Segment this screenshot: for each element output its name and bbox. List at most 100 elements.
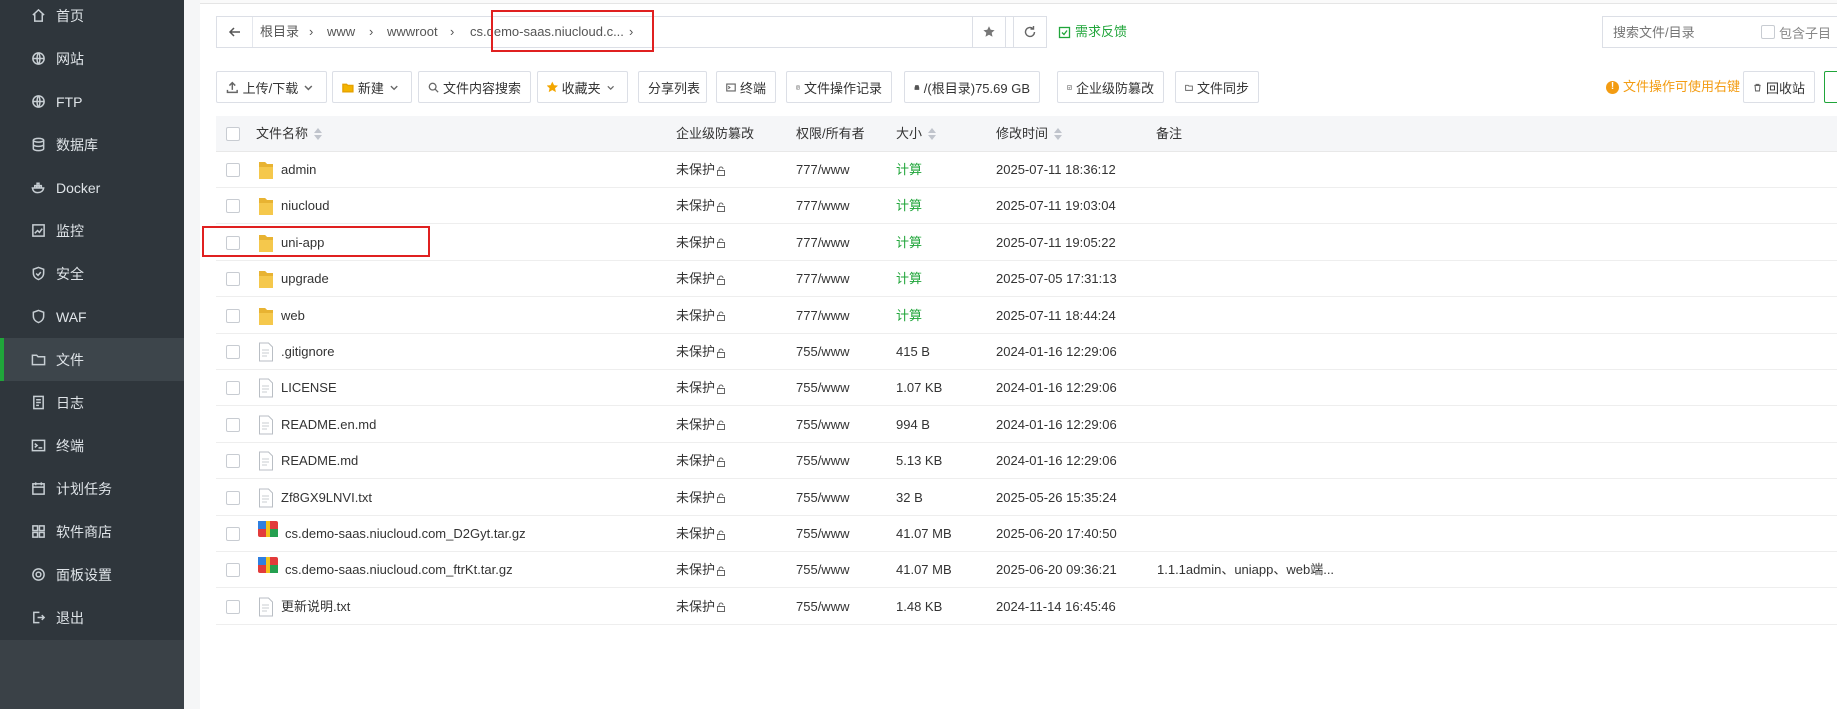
upload-download-button[interactable]: 上传/下载 [216, 71, 327, 103]
disk-usage-button[interactable]: /(根目录)75.69 GB [904, 71, 1040, 103]
row-checkbox[interactable] [226, 308, 240, 323]
table-row[interactable]: .gitignore 未保护 755/www 415 B 2024-01-16 12:2… [216, 334, 1837, 370]
protect-status[interactable]: 未保护 [676, 552, 726, 588]
row-checkbox[interactable] [226, 381, 240, 396]
breadcrumb-wwwroot[interactable]: wwwroot [387, 17, 438, 47]
row-checkbox[interactable] [226, 235, 240, 250]
include-subdir-checkbox[interactable] [1761, 25, 1775, 39]
permission-owner[interactable]: 755/www [796, 407, 849, 443]
sidebar-item-home[interactable]: 首页 [0, 0, 184, 37]
favorites-button[interactable]: 收藏夹 [537, 71, 628, 103]
sidebar-item-cron[interactable]: 计划任务 [0, 467, 184, 510]
calculate-size-link[interactable]: 计算 [896, 298, 922, 334]
feedback-link[interactable]: 需求反馈 [1058, 16, 1127, 48]
file-name[interactable]: uni-app [281, 225, 324, 261]
favorite-path-button[interactable] [972, 16, 1006, 48]
permission-owner[interactable]: 777/www [796, 261, 849, 297]
row-checkbox[interactable] [226, 417, 240, 432]
sidebar-item-monitor[interactable]: 监控 [0, 209, 184, 252]
file-name[interactable]: cs.demo-saas.niucloud.com_ftrKt.tar.gz [285, 552, 513, 588]
file-name[interactable]: LICENSE [281, 370, 337, 406]
tamper-protection-button[interactable]: 企业级防篡改 [1057, 71, 1164, 103]
protect-status[interactable]: 未保护 [676, 480, 726, 516]
view-toggle-button[interactable] [1824, 71, 1837, 103]
protect-status[interactable]: 未保护 [676, 443, 726, 479]
breadcrumb-root[interactable]: 根目录 [260, 17, 299, 47]
row-checkbox[interactable] [226, 527, 240, 541]
table-row[interactable]: niucloud 未保护 777/www 计算 2025-07-11 19:03:04 [216, 188, 1837, 225]
permission-owner[interactable]: 755/www [796, 334, 849, 370]
permission-owner[interactable]: 755/www [796, 589, 849, 625]
file-name-cell[interactable]: README.md [258, 443, 358, 479]
permission-owner[interactable]: 755/www [796, 480, 849, 516]
back-button[interactable] [217, 17, 253, 47]
sidebar-item-security[interactable]: 安全 [0, 252, 184, 295]
permission-owner[interactable]: 755/www [796, 443, 849, 479]
table-row[interactable]: cs.demo-saas.niucloud.com_D2Gyt.tar.gz 未保… [216, 516, 1837, 552]
protect-status[interactable]: 未保护 [676, 298, 726, 334]
table-row[interactable]: upgrade 未保护 777/www 计算 2025-07-05 17:31:13 [216, 261, 1837, 298]
calculate-size-link[interactable]: 计算 [896, 188, 922, 224]
file-name-cell[interactable]: cs.demo-saas.niucloud.com_D2Gyt.tar.gz [258, 516, 526, 552]
file-note[interactable]: 1.1.1admin、uniapp、web端... [1157, 552, 1334, 588]
file-name[interactable]: upgrade [281, 261, 329, 297]
sidebar-item-terminal[interactable]: 终端 [0, 424, 184, 467]
sidebar-item-ftp[interactable]: FTP [0, 80, 184, 123]
file-name-cell[interactable]: Zf8GX9LNVI.txt [258, 480, 372, 516]
file-operation-log-button[interactable]: 文件操作记录 [786, 71, 892, 103]
protect-status[interactable]: 未保护 [676, 589, 726, 625]
table-row[interactable]: README.en.md 未保护 755/www 994 B 2024-01-16 12… [216, 407, 1837, 443]
column-header-size[interactable]: 大小 [896, 116, 937, 152]
file-name-cell[interactable]: upgrade [258, 261, 329, 297]
protect-status[interactable]: 未保护 [676, 261, 726, 297]
row-checkbox[interactable] [226, 345, 240, 359]
row-checkbox[interactable] [226, 490, 240, 505]
protect-status[interactable]: 未保护 [676, 225, 726, 261]
sidebar-item-docker[interactable]: Docker [0, 166, 184, 209]
file-name[interactable]: .gitignore [281, 334, 334, 370]
include-subdir-option[interactable]: 包含子目 [1761, 17, 1831, 47]
sidebar-item-database[interactable]: 数据库 [0, 123, 184, 166]
file-name[interactable]: 更新说明.txt [281, 589, 350, 625]
breadcrumb-www[interactable]: www [327, 17, 355, 47]
sidebar-item-files[interactable]: 文件 [0, 338, 184, 381]
permission-owner[interactable]: 755/www [796, 516, 849, 552]
terminal-button[interactable]: 终端 [716, 71, 776, 103]
protect-status[interactable]: 未保护 [676, 152, 726, 188]
calculate-size-link[interactable]: 计算 [896, 152, 922, 188]
file-sync-button[interactable]: 文件同步 [1175, 71, 1259, 103]
row-checkbox[interactable] [226, 199, 240, 214]
row-checkbox[interactable] [226, 454, 240, 469]
protect-status[interactable]: 未保护 [676, 370, 726, 406]
recycle-bin-button[interactable]: 回收站 [1743, 71, 1815, 103]
file-content-search-button[interactable]: 文件内容搜索 [418, 71, 531, 103]
file-name-cell[interactable]: web [258, 298, 305, 334]
calculate-size-link[interactable]: 计算 [896, 261, 922, 297]
row-checkbox[interactable] [226, 272, 240, 287]
permission-owner[interactable]: 777/www [796, 225, 849, 261]
table-row[interactable]: LICENSE 未保护 755/www 1.07 KB 2024-01-16 12:29… [216, 370, 1837, 407]
file-name-cell[interactable]: cs.demo-saas.niucloud.com_ftrKt.tar.gz [258, 552, 513, 588]
permission-owner[interactable]: 777/www [796, 298, 849, 334]
file-name-cell[interactable]: admin [258, 152, 316, 188]
file-name-cell[interactable]: README.en.md [258, 407, 376, 443]
sidebar-item-logs[interactable]: 日志 [0, 381, 184, 424]
file-name[interactable]: niucloud [281, 188, 329, 224]
file-name[interactable]: README.md [281, 443, 358, 479]
table-row[interactable]: admin 未保护 777/www 计算 2025-07-11 18:36:12 [216, 152, 1837, 188]
file-name-cell[interactable]: 更新说明.txt [258, 589, 350, 625]
protect-status[interactable]: 未保护 [676, 334, 726, 370]
permission-owner[interactable]: 777/www [796, 188, 849, 224]
protect-status[interactable]: 未保护 [676, 516, 726, 552]
row-checkbox[interactable] [226, 599, 240, 614]
permission-owner[interactable]: 777/www [796, 152, 849, 188]
permission-owner[interactable]: 755/www [796, 552, 849, 588]
table-row[interactable]: README.md 未保护 755/www 5.13 KB 2024-01-16 12:… [216, 443, 1837, 480]
file-name[interactable]: admin [281, 152, 316, 188]
sidebar-item-settings[interactable]: 面板设置 [0, 553, 184, 596]
column-header-mtime[interactable]: 修改时间 [996, 116, 1063, 152]
sidebar-item-store[interactable]: 软件商店 [0, 510, 184, 553]
select-all-checkbox[interactable] [226, 127, 240, 141]
permission-owner[interactable]: 755/www [796, 370, 849, 406]
file-name-cell[interactable]: LICENSE [258, 370, 337, 406]
